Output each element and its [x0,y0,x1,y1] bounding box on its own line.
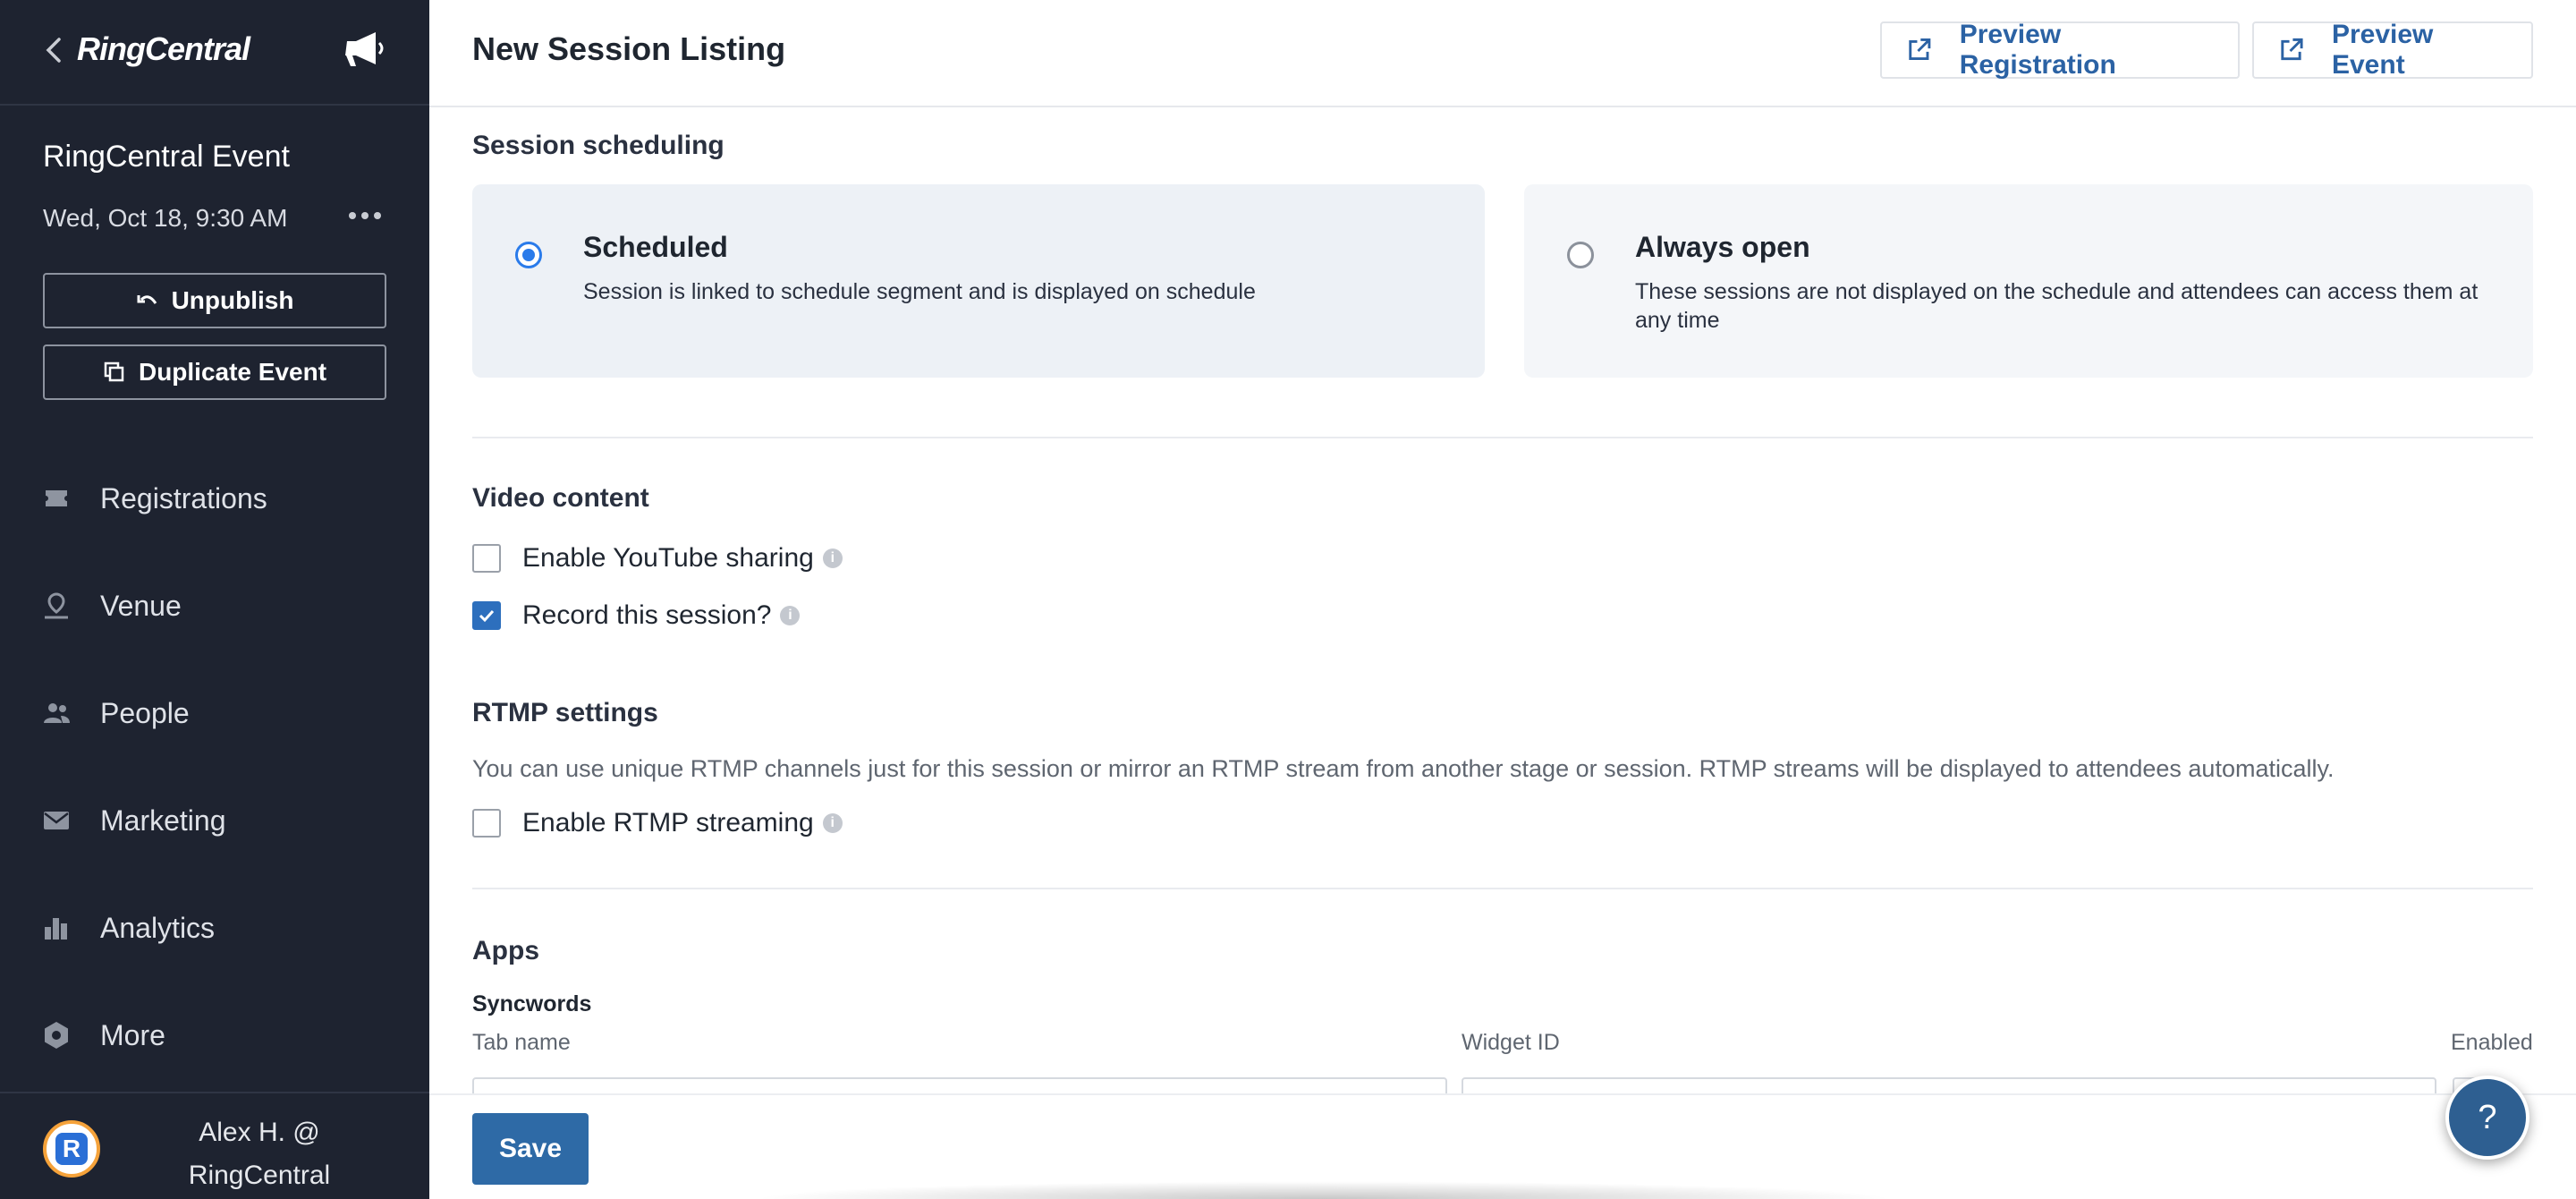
chevron-left-icon[interactable] [43,34,64,66]
sidebar: RingCentral RingCentral Event Wed, Oct 1… [0,0,429,1199]
always-open-option-card[interactable]: Always open These sessions are not displ… [1524,184,2533,378]
scheduled-option-card[interactable]: Scheduled Session is linked to schedule … [472,184,1485,378]
apps-title: Apps [472,936,539,965]
divider [472,888,2533,889]
avatar: R [43,1120,100,1178]
rtmp-streaming-label: Enable RTMP streaming [522,808,814,838]
youtube-sharing-label: Enable YouTube sharing [522,543,814,573]
external-link-icon [2281,38,2303,61]
preview-registration-button[interactable]: Preview Registration [1880,20,2240,80]
sidebar-item-label: Analytics [100,911,216,944]
main-content: New Session Listing Preview Registration… [429,0,2576,1199]
ringcentral-logo-icon: R [55,1133,88,1165]
record-session-label: Record this session? [522,600,772,630]
youtube-sharing-checkbox[interactable] [472,544,501,573]
record-session-checkbox[interactable] [472,601,501,630]
sidebar-item-label: More [100,1018,165,1051]
people-icon [44,703,70,723]
sidebar-item-people[interactable]: People [0,673,429,753]
rtmp-streaming-row[interactable]: Enable RTMP streaming i [472,805,843,841]
video-content-title: Video content [472,483,649,513]
brand-logo: RingCentral [77,30,250,67]
sidebar-item-marketing[interactable]: Marketing [0,780,429,861]
rtmp-help-text: You can use unique RTMP channels just fo… [472,755,2334,782]
duplicate-event-label: Duplicate Event [138,358,327,386]
event-date: Wed, Oct 18, 9:30 AM [43,204,288,232]
rtmp-settings-title: RTMP settings [472,698,658,727]
preview-registration-label: Preview Registration [1959,20,2116,80]
tab-name-label: Tab name [472,1030,571,1055]
checkmark-icon [479,609,495,623]
always-open-radio[interactable] [1567,242,1594,268]
info-icon[interactable]: i [822,548,843,568]
preview-event-label: Preview Event [2331,20,2434,80]
save-button[interactable]: Save [472,1113,589,1185]
user-profile[interactable]: R Alex H. @ RingCentral [0,1092,429,1199]
megaphone-icon[interactable] [343,29,388,68]
user-name-line1: Alex H. @ [199,1118,320,1147]
user-name-line2: RingCentral [188,1161,331,1190]
sidebar-item-more[interactable]: More [0,995,429,1076]
scheduled-radio[interactable] [515,242,542,268]
external-link-icon [1909,38,1931,61]
sidebar-item-label: Venue [100,589,182,622]
sidebar-item-label: People [100,696,190,729]
top-bar: New Session Listing Preview Registration… [429,0,2576,107]
session-scheduling-title: Session scheduling [472,131,724,160]
sidebar-item-registrations[interactable]: Registrations [0,458,429,539]
sidebar-header: RingCentral [0,0,429,106]
mail-icon [44,812,69,829]
info-icon[interactable]: i [822,813,843,833]
ticket-icon [46,490,67,506]
always-open-option-title: Always open [1635,231,1810,263]
copy-icon [104,361,124,382]
unpublish-label: Unpublish [171,286,294,314]
info-icon[interactable]: i [780,606,801,625]
undo-icon [137,295,157,304]
event-title: RingCentral Event [43,140,290,174]
record-session-row[interactable]: Record this session? i [472,598,801,634]
sidebar-item-label: Registrations [100,481,267,514]
always-open-option-desc: These sessions are not displayed on the … [1635,279,2479,333]
user-name: Alex H. @ RingCentral [125,1111,394,1197]
unpublish-button[interactable]: Unpublish [43,273,386,328]
venue-icon [45,592,68,619]
bar-chart-icon [45,918,67,940]
divider [472,437,2533,438]
widget-id-label: Widget ID [1462,1030,1560,1055]
youtube-sharing-row[interactable]: Enable YouTube sharing i [472,540,843,576]
syncwords-app-title: Syncwords [472,991,592,1016]
gear-icon [45,1022,68,1049]
rtmp-streaming-checkbox[interactable] [472,809,501,838]
help-button[interactable]: ? [2445,1076,2529,1160]
scheduled-option-title: Scheduled [583,231,728,263]
scheduled-option-desc: Session is linked to schedule segment an… [583,279,1256,304]
sidebar-item-label: Marketing [100,804,226,837]
preview-event-button[interactable]: Preview Event [2252,20,2533,80]
more-options-icon[interactable] [347,202,383,229]
sidebar-item-analytics[interactable]: Analytics [0,888,429,968]
sidebar-item-venue[interactable]: Venue [0,565,429,646]
page-title: New Session Listing [472,30,786,67]
enabled-label: Enabled [2451,1030,2533,1055]
duplicate-event-button[interactable]: Duplicate Event [43,344,386,400]
